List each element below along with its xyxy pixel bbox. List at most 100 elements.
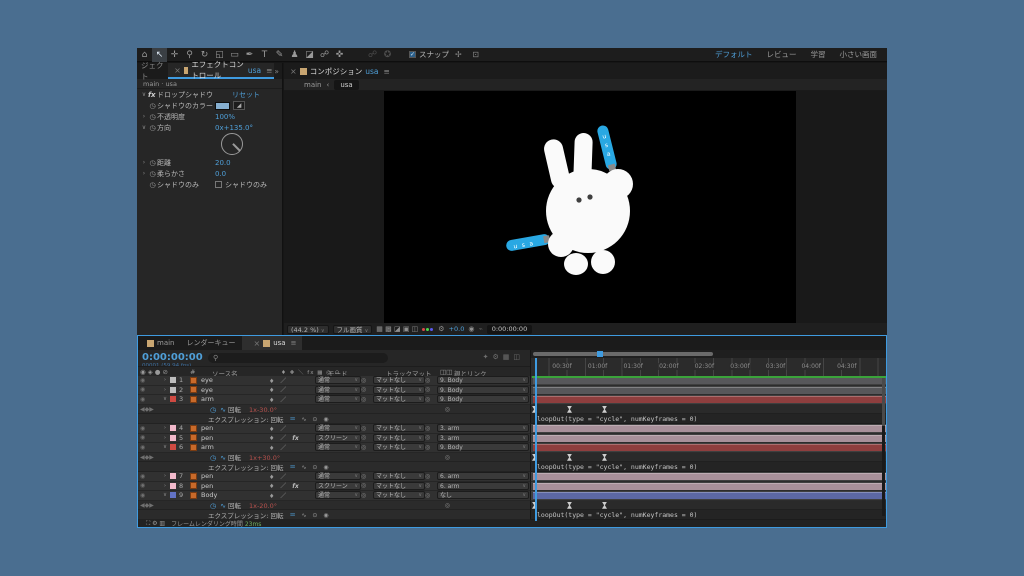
- parent-select[interactable]: 9. Body∨: [437, 395, 529, 403]
- show-snapshot-icon[interactable]: ⌁: [478, 325, 482, 333]
- keyframe-icon[interactable]: [567, 502, 572, 509]
- puppet-pin-tool-icon[interactable]: ✜: [332, 48, 347, 62]
- visibility-eye-icon[interactable]: ◉: [138, 492, 160, 499]
- expression-text[interactable]: loopOut(type = "cycle", numKeyframes = 0…: [537, 415, 697, 423]
- layer-duration-bar[interactable]: [533, 396, 886, 403]
- parent-dropdown[interactable]: 3. arm∨: [437, 434, 529, 442]
- layer-name[interactable]: eye: [201, 376, 269, 384]
- visibility-eye-icon[interactable]: ◉: [138, 473, 160, 480]
- twirl-icon[interactable]: ›: [140, 159, 148, 166]
- shadow-only-checkbox[interactable]: シャドウのみ: [215, 180, 267, 190]
- parent-dropdown[interactable]: 9. Body∨: [437, 443, 529, 451]
- twirl-icon[interactable]: ›: [160, 425, 170, 431]
- visibility-eye-icon[interactable]: ◉: [138, 386, 160, 393]
- parent-pickwhip-icon[interactable]: ◎: [425, 434, 437, 441]
- twirl-icon[interactable]: ∨: [140, 124, 148, 131]
- property-value[interactable]: 0x+135.0°: [215, 124, 253, 132]
- row-right[interactable]: loopOut(type = "cycle", numKeyframes = 0…: [531, 462, 886, 472]
- matte-pickwhip-icon[interactable]: ◎: [361, 492, 373, 499]
- parent-select[interactable]: 9. Body∨: [437, 443, 529, 451]
- track-matte-select[interactable]: マットなし∨: [373, 491, 425, 499]
- matte-pickwhip-icon[interactable]: ◎: [361, 482, 373, 489]
- layer-switches[interactable]: ♦ ／: [269, 491, 315, 500]
- mode-select[interactable]: 通常∨: [315, 443, 361, 451]
- keyframe-navigator[interactable]: ◀◆▶: [138, 502, 160, 509]
- roto-brush-tool-icon[interactable]: ☍: [317, 48, 332, 62]
- workspace-tab-学習[interactable]: 学習: [811, 49, 826, 60]
- parent-select[interactable]: 6. arm∨: [437, 472, 529, 480]
- parent-pickwhip-icon[interactable]: ◎: [425, 492, 437, 499]
- layer-row-7-pen[interactable]: ◉›7pen♦ ／通常∨◎マットなし∨◎6. arm∨: [138, 472, 886, 482]
- parent-pickwhip-icon[interactable]: ◎: [425, 386, 437, 393]
- track-matte-select[interactable]: マットなし∨: [373, 443, 425, 451]
- layer-switches[interactable]: ♦ ／: [269, 395, 315, 404]
- track-matte-select[interactable]: マットなし∨: [373, 386, 425, 394]
- layer-duration-bar[interactable]: [533, 492, 886, 499]
- parent-pickwhip-icon[interactable]: ◎: [445, 454, 450, 461]
- layer-row-4-pen[interactable]: ◉›4pen♦ ／通常∨◎マットなし∨◎3. arm∨: [138, 424, 886, 434]
- label-color-chip[interactable]: [170, 492, 179, 498]
- breadcrumb-root[interactable]: main: [304, 81, 322, 89]
- mode-dropdown[interactable]: スクリーン∨: [315, 482, 361, 490]
- mode-dropdown[interactable]: 通常∨: [315, 386, 361, 394]
- snap-options-icons[interactable]: ✢ ⊡: [455, 50, 483, 59]
- mode-dropdown[interactable]: 通常∨: [315, 443, 361, 451]
- track-matte-select[interactable]: マットなし∨: [373, 376, 425, 384]
- matte-pickwhip-icon[interactable]: ◎: [361, 396, 373, 403]
- channel-icon[interactable]: [422, 325, 434, 333]
- panel-menu-icon[interactable]: ≡: [291, 339, 297, 347]
- row-right[interactable]: [531, 386, 886, 396]
- parent-pickwhip-icon[interactable]: ◎: [425, 396, 437, 403]
- twirl-icon[interactable]: ∨: [160, 492, 170, 498]
- layer-switches[interactable]: ♦ ／: [269, 385, 315, 394]
- navigator-bar[interactable]: [533, 352, 713, 356]
- matte-dropdown[interactable]: マットなし∨: [373, 395, 425, 403]
- twirl-icon[interactable]: ∨: [160, 444, 170, 450]
- matte-pickwhip-icon[interactable]: ◎: [361, 473, 373, 480]
- search-input[interactable]: ⚲: [208, 353, 388, 363]
- layer-name[interactable]: pen: [201, 472, 269, 480]
- parent-pickwhip-icon[interactable]: ◎: [445, 406, 450, 413]
- row-right[interactable]: [531, 434, 886, 444]
- matte-pickwhip-icon[interactable]: ◎: [361, 377, 373, 384]
- mode-select[interactable]: 通常∨: [315, 491, 361, 499]
- parent-select[interactable]: 3. arm∨: [437, 434, 529, 442]
- stopwatch-icon[interactable]: ◷: [148, 124, 157, 132]
- matte-dropdown[interactable]: マットなし∨: [373, 434, 425, 442]
- twirl-icon[interactable]: ›: [160, 377, 170, 383]
- parent-pickwhip-icon[interactable]: ◎: [425, 444, 437, 451]
- visibility-eye-icon[interactable]: ◉: [138, 482, 160, 489]
- expression-icons[interactable]: ＝ ∿ ⊙ ◉: [290, 462, 331, 471]
- label-color-chip[interactable]: [170, 377, 179, 383]
- time-navigator[interactable]: [531, 350, 886, 358]
- timeline-option-icons[interactable]: ✦⚙▦◫: [483, 353, 524, 361]
- row-right[interactable]: [531, 501, 886, 511]
- tab-effect-controls[interactable]: × エフェクトコントロール usa ≡: [168, 63, 274, 79]
- visibility-eye-icon[interactable]: ◉: [138, 396, 160, 403]
- property-value[interactable]: 20.0: [215, 159, 231, 167]
- exposure-value[interactable]: +0.0: [449, 325, 465, 333]
- expression-row[interactable]: エクスプレッション: 回転＝ ∿ ⊙ ◉loopOut(type = "cycl…: [138, 414, 886, 424]
- playhead[interactable]: [535, 358, 537, 521]
- parent-pickwhip-icon[interactable]: ◎: [425, 473, 437, 480]
- track-matte-select[interactable]: マットなし∨: [373, 472, 425, 480]
- direction-dial[interactable]: [221, 133, 243, 155]
- pen-upper[interactable]: u s a: [596, 124, 618, 171]
- keyframe-icon[interactable]: [567, 406, 572, 413]
- close-icon[interactable]: ×: [174, 66, 181, 75]
- parent-dropdown[interactable]: なし∨: [437, 491, 529, 499]
- workspace-tab-デフォルト[interactable]: デフォルト: [715, 49, 753, 60]
- matte-dropdown[interactable]: マットなし∨: [373, 376, 425, 384]
- label-color-chip[interactable]: [170, 425, 179, 431]
- mode-select[interactable]: 通常∨: [315, 376, 361, 384]
- visibility-eye-icon[interactable]: ◉: [138, 377, 160, 384]
- snap-toggle[interactable]: ✓ スナップ ✢ ⊡: [409, 49, 483, 60]
- matte-pickwhip-icon[interactable]: ◎: [361, 434, 373, 441]
- reset-link[interactable]: リセット: [232, 90, 260, 100]
- keyframe-icon[interactable]: [602, 454, 607, 461]
- snapshot-icon[interactable]: ◉: [468, 325, 474, 333]
- layer-switches[interactable]: ♦ ／: [269, 443, 315, 452]
- label-color-chip[interactable]: [170, 396, 179, 402]
- parent-dropdown[interactable]: 6. arm∨: [437, 482, 529, 490]
- parent-select[interactable]: 9. Body∨: [437, 376, 529, 384]
